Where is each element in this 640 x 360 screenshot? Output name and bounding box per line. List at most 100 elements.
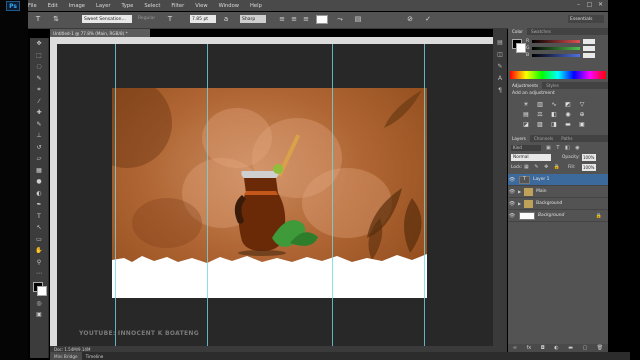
expand-arrow-icon[interactable]: ▶ <box>518 201 521 206</box>
red-value[interactable] <box>583 39 595 44</box>
hand-tool-icon[interactable]: ✋ <box>30 245 48 257</box>
align-center-icon[interactable]: ≡ <box>290 15 298 23</box>
commit-icon[interactable]: ✓ <box>424 15 432 23</box>
eraser-tool-icon[interactable]: ▱ <box>30 153 48 165</box>
minimize-button[interactable]: – <box>575 1 582 8</box>
menu-help[interactable]: Help <box>250 3 262 9</box>
layer-filter-select[interactable]: Kind <box>511 145 541 151</box>
more-tools-icon[interactable]: ⋯ <box>30 268 48 280</box>
brush-tool-icon[interactable]: ✎ <box>30 119 48 131</box>
eyedropper-tool-icon[interactable]: ⁄ <box>30 96 48 108</box>
link-layers-icon[interactable]: ∞ <box>513 345 517 351</box>
red-slider[interactable] <box>532 40 580 43</box>
guide-line[interactable] <box>424 44 425 346</box>
type-tool-icon-panel[interactable]: T <box>30 211 48 223</box>
color-balance-icon[interactable]: ⚖ <box>536 111 544 118</box>
history-brush-tool-icon[interactable]: ↺ <box>30 142 48 154</box>
green-slider[interactable] <box>532 47 580 50</box>
green-value[interactable] <box>583 46 595 51</box>
layer-row[interactable]: 👁 ▶ Background <box>508 198 608 210</box>
menu-window[interactable]: Window <box>219 3 239 9</box>
tab-adjustments[interactable]: Adjustments <box>508 82 543 89</box>
warp-text-icon[interactable]: ⤳ <box>336 15 344 23</box>
menu-filter[interactable]: Filter <box>171 3 184 9</box>
tab-color[interactable]: Color <box>508 28 527 35</box>
history-panel-icon[interactable]: ▤ <box>493 36 507 48</box>
posterize-icon[interactable]: ▨ <box>536 121 544 128</box>
healing-tool-icon[interactable]: ✚ <box>30 107 48 119</box>
lock-icons[interactable]: ▦ ✎ ✥ 🔒 <box>524 164 562 170</box>
menu-layer[interactable]: Layer <box>96 3 110 9</box>
photo-filter-icon[interactable]: ◉ <box>564 111 572 118</box>
marquee-tool-icon[interactable]: ⬚ <box>30 50 48 62</box>
invert-icon[interactable]: ◪ <box>522 121 530 128</box>
visibility-eye-icon[interactable]: 👁 <box>508 201 516 207</box>
vertical-ruler[interactable] <box>50 44 57 346</box>
menu-type[interactable]: Type <box>121 3 133 9</box>
zoom-tool-icon[interactable]: ⚲ <box>30 257 48 269</box>
gradient-map-icon[interactable]: ▬ <box>564 121 572 128</box>
blue-value[interactable] <box>583 53 595 58</box>
brightness-icon[interactable]: ☀ <box>522 101 530 108</box>
visibility-eye-icon[interactable]: 👁 <box>508 177 516 183</box>
screen-mode-icon[interactable]: ▣ <box>30 309 48 321</box>
menu-file[interactable]: File <box>28 3 37 9</box>
gradient-tool-icon[interactable]: ▦ <box>30 165 48 177</box>
type-tool-icon[interactable]: T <box>34 15 42 23</box>
black-white-icon[interactable]: ◧ <box>550 111 558 118</box>
blend-mode-select[interactable]: Normal <box>511 154 551 161</box>
cancel-icon[interactable]: ⊘ <box>406 15 414 23</box>
character-panel-icon-dock[interactable]: A <box>493 72 507 84</box>
visibility-eye-icon[interactable]: 👁 <box>508 213 516 219</box>
antialias-select[interactable]: Sharp <box>240 15 266 23</box>
color-spectrum-ramp[interactable] <box>510 71 606 79</box>
layer-filter-icons[interactable]: ▣ T ◧ ◉ <box>546 145 582 151</box>
shape-tool-icon[interactable]: ▭ <box>30 234 48 246</box>
delete-layer-icon[interactable]: 🗑 <box>597 345 603 351</box>
text-orientation-icon[interactable]: ⇅ <box>52 15 60 23</box>
crop-tool-icon[interactable]: ⌗ <box>30 84 48 96</box>
dodge-tool-icon[interactable]: ◐ <box>30 188 48 200</box>
layer-row[interactable]: 👁 T Layer 1 <box>508 174 608 186</box>
selective-color-icon[interactable]: ▣ <box>578 121 586 128</box>
font-style-select[interactable]: Regular <box>138 16 155 21</box>
color-swatches[interactable] <box>30 280 48 298</box>
blur-tool-icon[interactable]: ● <box>30 176 48 188</box>
close-button[interactable]: ✕ <box>597 1 604 8</box>
blue-channel-row[interactable]: B <box>508 52 608 59</box>
tab-paths[interactable]: Paths <box>557 135 576 142</box>
align-right-icon[interactable]: ≡ <box>302 15 310 23</box>
guide-line[interactable] <box>207 44 208 346</box>
font-family-select[interactable]: Sweet Sensation... <box>82 15 132 23</box>
quick-mask-icon[interactable]: ◎ <box>30 298 48 310</box>
workspace-select[interactable]: Essentials <box>568 15 604 23</box>
fill-field[interactable]: 100% <box>582 164 596 171</box>
tab-styles[interactable]: Styles <box>542 82 563 89</box>
exposure-icon[interactable]: ◩ <box>564 101 572 108</box>
horizontal-ruler[interactable] <box>50 37 493 44</box>
move-tool-icon[interactable]: ✥ <box>30 38 48 50</box>
tab-layers[interactable]: Layers <box>508 135 530 142</box>
tab-mini-bridge[interactable]: Mini Bridge <box>50 352 82 360</box>
tab-timeline[interactable]: Timeline <box>82 354 108 359</box>
color-bg-swatch[interactable] <box>516 43 526 53</box>
menu-view[interactable]: View <box>195 3 207 9</box>
vibrance-icon[interactable]: ▽ <box>578 101 586 108</box>
maximize-button[interactable]: □ <box>586 1 593 8</box>
paragraph-panel-icon[interactable]: ¶ <box>493 84 507 96</box>
properties-panel-icon[interactable]: ◫ <box>493 48 507 60</box>
tab-channels[interactable]: Channels <box>530 135 557 142</box>
adjustment-layer-icon[interactable]: ◐ <box>554 345 558 351</box>
clone-stamp-tool-icon[interactable]: ⊥ <box>30 130 48 142</box>
guide-line[interactable] <box>115 44 116 346</box>
expand-arrow-icon[interactable]: ▶ <box>518 189 521 194</box>
tab-swatches[interactable]: Swatches <box>527 28 555 35</box>
blue-slider[interactable] <box>532 54 580 57</box>
path-select-tool-icon[interactable]: ↖ <box>30 222 48 234</box>
pen-tool-icon[interactable]: ✒ <box>30 199 48 211</box>
levels-icon[interactable]: ▥ <box>536 101 544 108</box>
layer-style-icon[interactable]: fx <box>526 345 531 351</box>
document-tab[interactable]: Untitled-1 @ 77.8% (Main, RGB/8) * <box>50 29 150 37</box>
menu-edit[interactable]: Edit <box>48 3 58 9</box>
visibility-eye-icon[interactable]: 👁 <box>508 189 516 195</box>
